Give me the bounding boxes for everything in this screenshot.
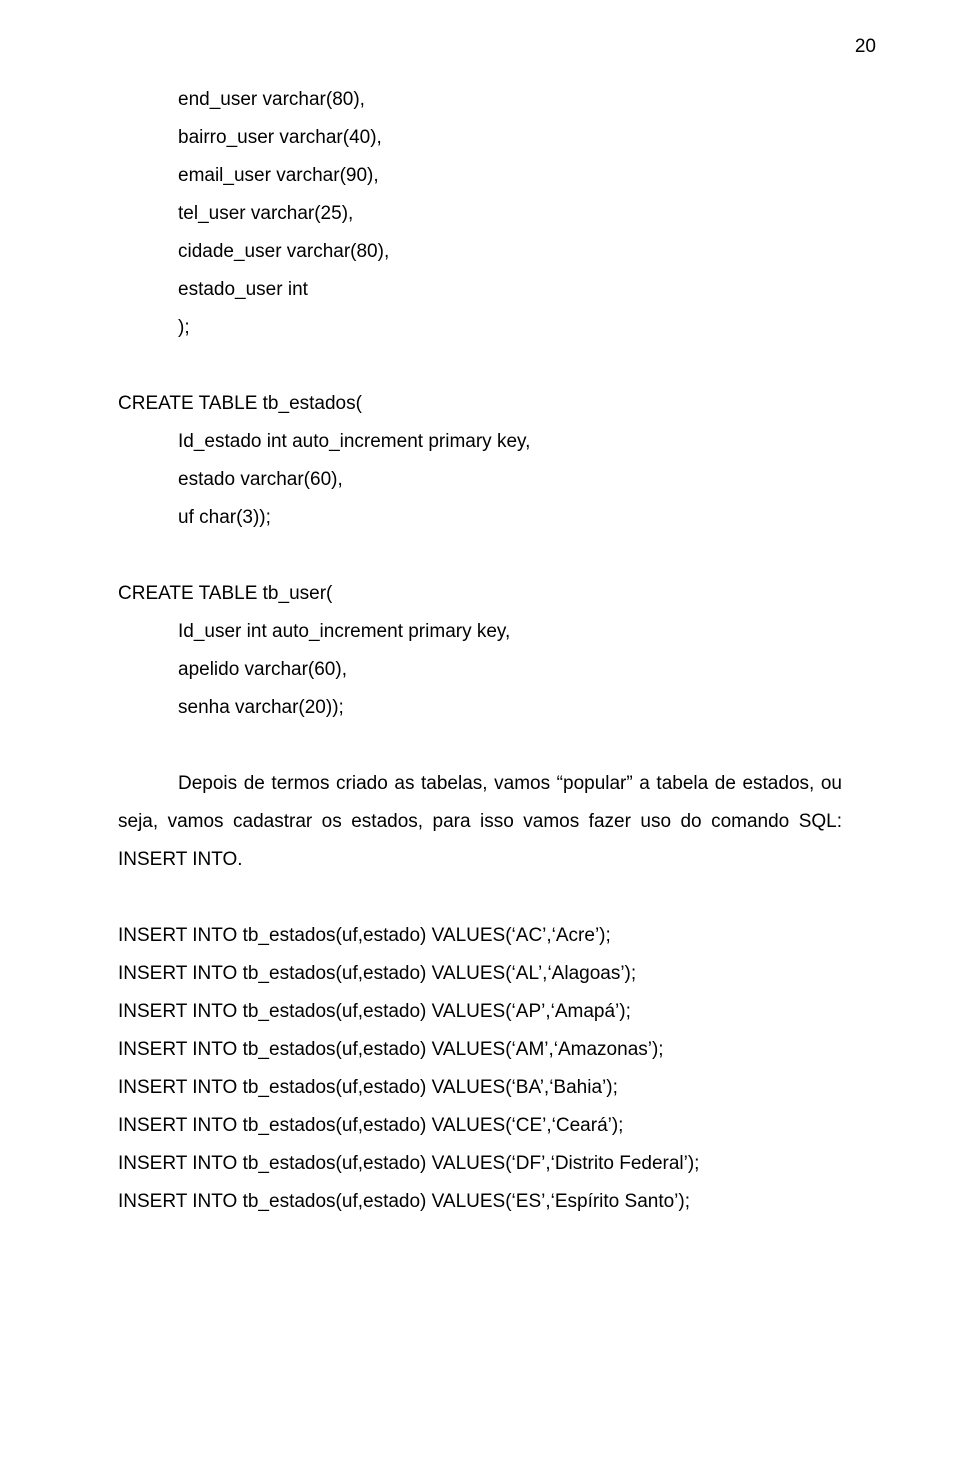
code-line: bairro_user varchar(40), xyxy=(118,119,842,157)
code-line: INSERT INTO tb_estados(uf,estado) VALUES… xyxy=(118,993,842,1031)
insert-block: INSERT INTO tb_estados(uf,estado) VALUES… xyxy=(118,917,842,1221)
code-block-3: CREATE TABLE tb_user( Id_user int auto_i… xyxy=(118,575,842,727)
code-line: email_user varchar(90), xyxy=(118,157,842,195)
code-line: Id_user int auto_increment primary key, xyxy=(118,613,842,651)
code-line: senha varchar(20)); xyxy=(118,689,842,727)
code-line: INSERT INTO tb_estados(uf,estado) VALUES… xyxy=(118,1031,842,1069)
code-line: INSERT INTO tb_estados(uf,estado) VALUES… xyxy=(118,1145,842,1183)
code-line: Id_estado int auto_increment primary key… xyxy=(118,423,842,461)
paragraph: Depois de termos criado as tabelas, vamo… xyxy=(118,765,842,879)
code-line: estado varchar(60), xyxy=(118,461,842,499)
code-block-1: end_user varchar(80), bairro_user varcha… xyxy=(118,81,842,347)
page-content: end_user varchar(80), bairro_user varcha… xyxy=(118,81,842,1221)
code-line: cidade_user varchar(80), xyxy=(118,233,842,271)
code-line: uf char(3)); xyxy=(118,499,842,537)
code-line: tel_user varchar(25), xyxy=(118,195,842,233)
code-line: INSERT INTO tb_estados(uf,estado) VALUES… xyxy=(118,955,842,993)
code-line: INSERT INTO tb_estados(uf,estado) VALUES… xyxy=(118,1183,842,1221)
code-line: CREATE TABLE tb_user( xyxy=(118,575,842,613)
document-page: 20 end_user varchar(80), bairro_user var… xyxy=(0,0,960,1476)
code-line: estado_user int xyxy=(118,271,842,309)
code-line: ); xyxy=(118,309,842,347)
page-number: 20 xyxy=(855,36,876,58)
code-line: CREATE TABLE tb_estados( xyxy=(118,385,842,423)
code-line: INSERT INTO tb_estados(uf,estado) VALUES… xyxy=(118,917,842,955)
code-line: INSERT INTO tb_estados(uf,estado) VALUES… xyxy=(118,1107,842,1145)
code-line: end_user varchar(80), xyxy=(118,81,842,119)
code-line: apelido varchar(60), xyxy=(118,651,842,689)
code-line: INSERT INTO tb_estados(uf,estado) VALUES… xyxy=(118,1069,842,1107)
code-block-2: CREATE TABLE tb_estados( Id_estado int a… xyxy=(118,385,842,537)
